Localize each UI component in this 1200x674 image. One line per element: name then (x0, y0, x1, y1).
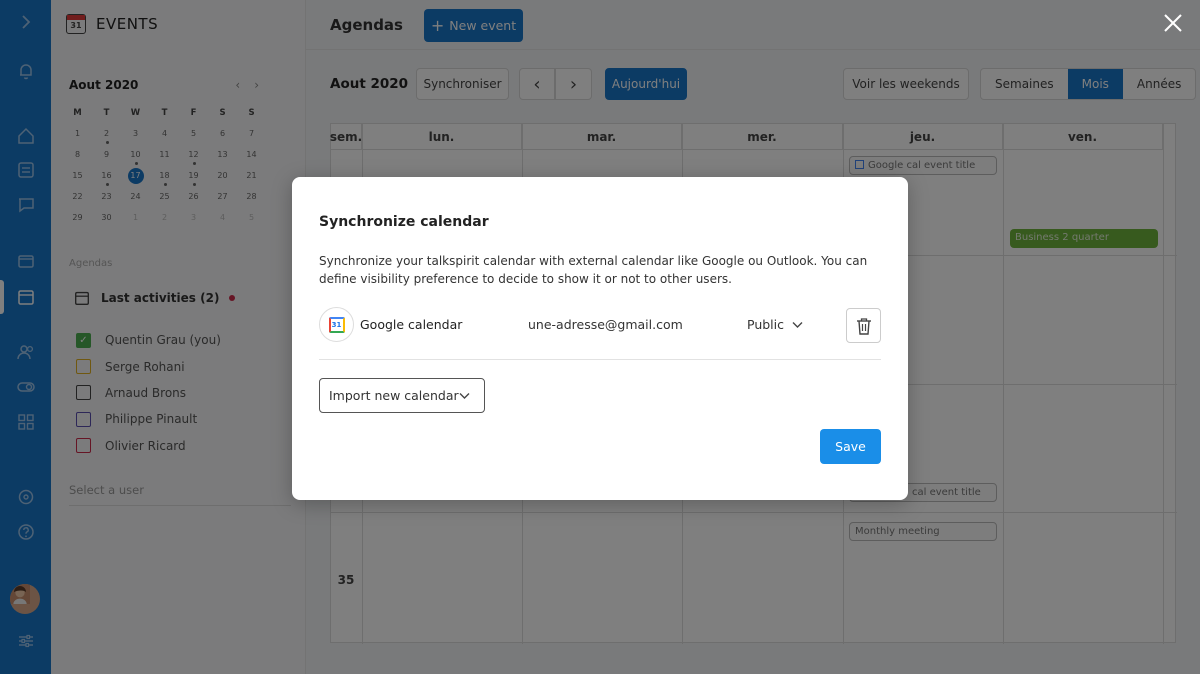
save-button[interactable]: Save (820, 429, 881, 464)
visibility-select[interactable]: Public (747, 317, 803, 332)
import-calendar-label: Import new calendar (329, 388, 459, 403)
visibility-value: Public (747, 317, 784, 332)
modal-description: Synchronize your talkspirit calendar wit… (319, 254, 868, 286)
trash-icon (856, 317, 871, 335)
chevron-down-icon (459, 392, 470, 399)
calendar-provider-name: Google calendar (360, 317, 463, 332)
google-calendar-icon: 31 (319, 307, 354, 342)
import-calendar-select[interactable]: Import new calendar (319, 378, 485, 413)
divider (319, 359, 881, 360)
modal-title: Synchronize calendar (319, 214, 489, 230)
chevron-down-icon (792, 321, 803, 328)
sync-calendar-modal: Synchronize calendar Synchronize your ta… (292, 177, 908, 500)
google-calendar-icon-day: 31 (331, 320, 342, 329)
delete-calendar-button[interactable] (846, 308, 881, 343)
close-icon[interactable] (1162, 12, 1184, 34)
calendar-email: une-adresse@gmail.com (528, 317, 683, 332)
synced-calendar-row: 31 Google calendar une-adresse@gmail.com… (319, 307, 881, 343)
